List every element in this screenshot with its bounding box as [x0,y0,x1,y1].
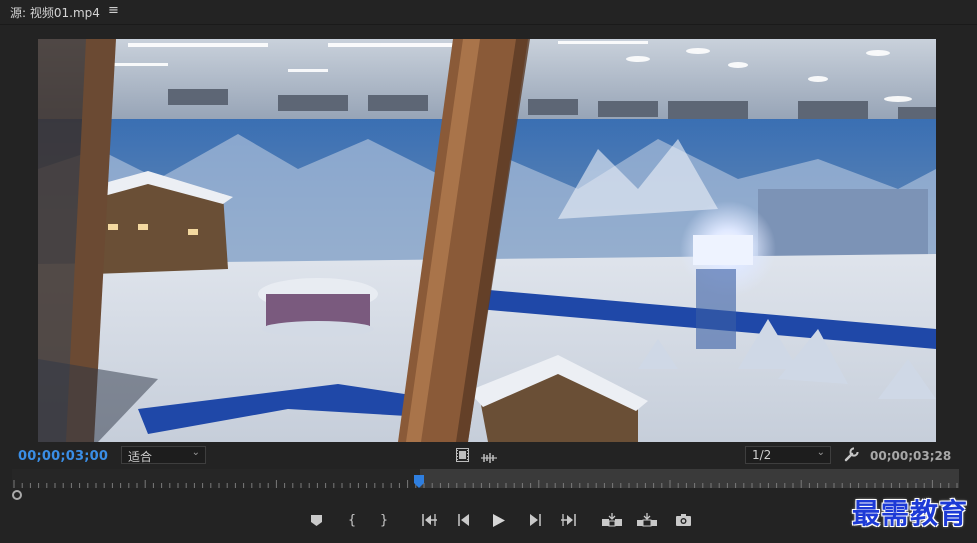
watermark-logo: 最需教育 [852,497,969,530]
go-to-in-icon[interactable] [421,510,439,530]
go-to-out-icon[interactable] [559,510,577,530]
zoom-scroll-handle[interactable] [12,490,22,500]
current-timecode[interactable]: 00;00;03;00 [18,449,108,464]
header-divider [0,24,977,25]
play-icon[interactable] [491,510,507,530]
panel-header: 源: 视频01.mp4 ≡ [0,0,977,24]
playback-resolution-select[interactable]: 1/2 ⌄ [745,446,831,464]
video-frame-image [38,39,936,442]
overwrite-icon[interactable] [636,510,658,530]
mark-in-icon[interactable]: { [345,510,359,530]
marker-icon[interactable] [309,510,323,530]
audio-waveform-icon[interactable] [481,449,497,468]
zoom-level-value: 适合 [128,450,153,464]
time-ruler-ticks [13,480,958,488]
zoom-level-select[interactable]: 适合 ⌄ [121,446,206,464]
panel-title[interactable]: 源: 视频01.mp4 [10,4,100,21]
step-forward-icon[interactable] [527,510,543,530]
mark-out-icon[interactable]: } [377,510,391,530]
transport-controls: { } [0,510,977,530]
duration-timecode: 00;00;03;28 [870,449,952,463]
step-back-icon[interactable] [456,510,472,530]
playhead-handle[interactable] [414,474,424,488]
wrench-icon[interactable] [844,447,859,466]
resolution-value: 1/2 [752,448,772,462]
camera-icon[interactable] [674,510,692,530]
chevron-down-icon: ⌄ [816,447,825,458]
chevron-down-icon: ⌄ [191,447,200,458]
insert-icon[interactable] [601,510,623,530]
hamburger-menu-icon[interactable]: ≡ [108,3,119,18]
source-monitor-panel: 源: 视频01.mp4 ≡ 00;00;03;00 适合 ⌄ 1/2 ⌄ 00;… [0,0,977,543]
video-frame [38,39,936,442]
film-frame-icon[interactable] [456,447,469,466]
